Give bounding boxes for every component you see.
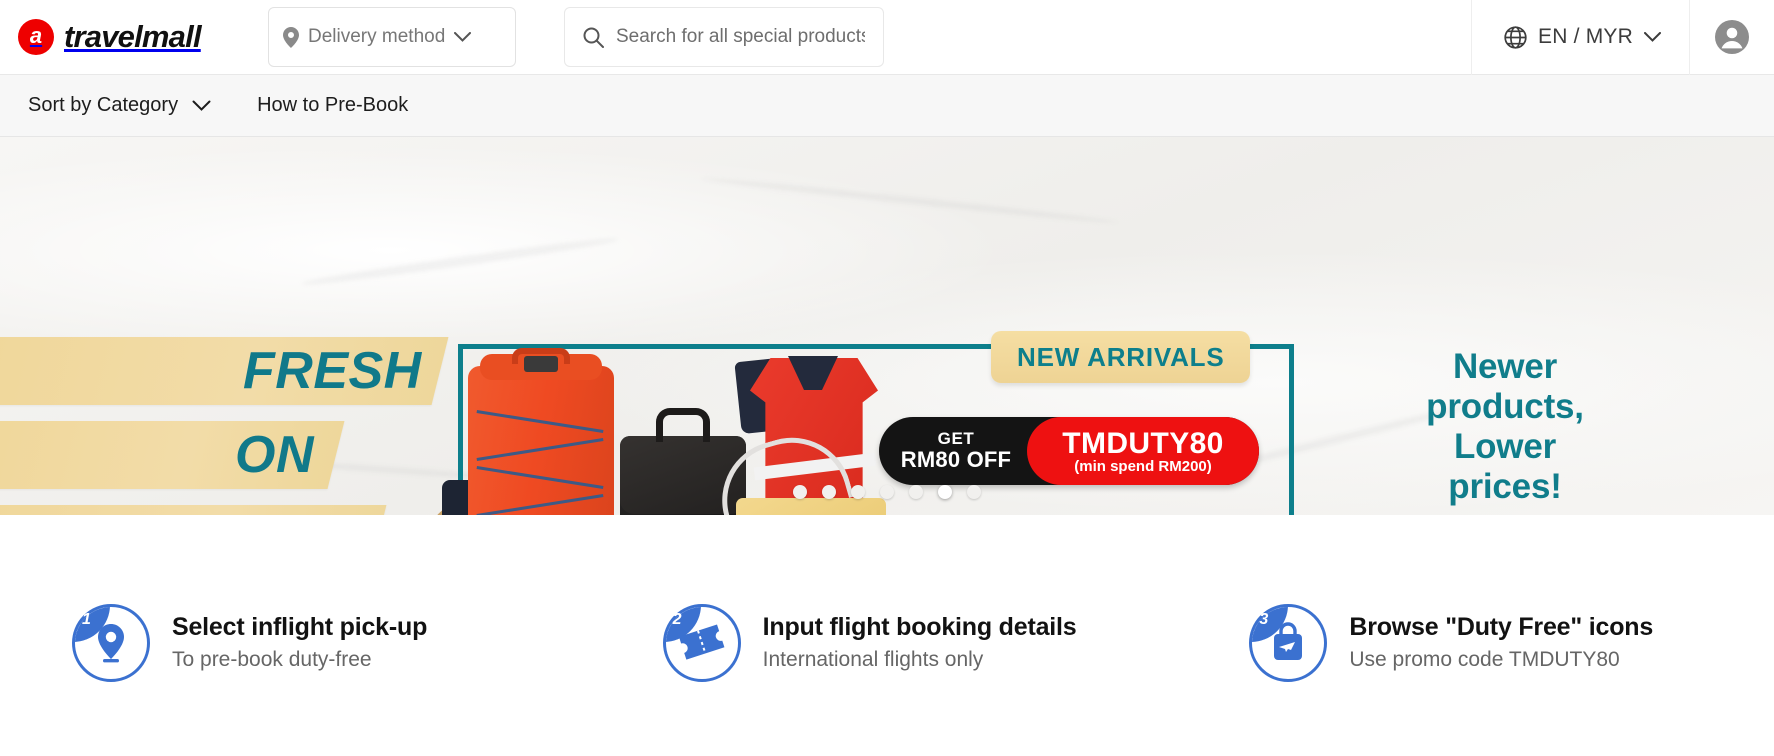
language-currency-label: EN / MYR	[1538, 25, 1633, 48]
product-black-backpack-handle	[656, 408, 710, 442]
step-number: 1	[82, 610, 91, 628]
chevron-down-icon	[1644, 31, 1661, 43]
subnav-item-label: How to Pre-Book	[257, 94, 409, 116]
step-title: Select inflight pick-up	[172, 613, 428, 641]
product-orange-buckle	[524, 356, 558, 372]
product-bungee-cord	[476, 410, 604, 515]
headline-bar: SITE	[0, 505, 387, 515]
headline-bar: FRESH	[0, 337, 449, 405]
headline-word: ON	[235, 426, 314, 484]
carousel-dot-active[interactable]	[938, 485, 952, 499]
brand-mark-icon: a	[18, 19, 54, 55]
promo-discount-text: GET RM80 OFF	[879, 428, 1027, 473]
new-arrivals-label: NEW ARRIVALS	[1017, 341, 1225, 372]
promo-amount-label: RM80 OFF	[900, 447, 1012, 473]
marble-vein	[300, 234, 620, 289]
step-title: Input flight booking details	[762, 613, 1077, 641]
category-subnav: Sort by Category How to Pre-Book	[0, 75, 1774, 137]
chevron-down-icon	[192, 100, 211, 112]
step-item-1: 1 Select inflight pick-up To pre-book du…	[0, 603, 597, 682]
search-input[interactable]	[616, 26, 865, 48]
promo-code-text: TMDUTY80	[1062, 426, 1224, 460]
brand-name: travelmall	[64, 19, 202, 54]
new-arrivals-badge: NEW ARRIVALS	[991, 331, 1251, 383]
step-number: 2	[672, 610, 682, 628]
marble-vein	[700, 175, 1120, 226]
subnav-item-how-to-pre-book[interactable]: How to Pre-Book	[257, 94, 408, 117]
search-icon	[583, 27, 604, 48]
right-promo-heading-line: Newer	[1452, 347, 1558, 386]
how-it-works-steps: 1 Select inflight pick-up To pre-book du…	[0, 515, 1774, 756]
step-subtitle: Use promo code TMDUTY80	[1349, 648, 1620, 671]
headline-bar: ON	[0, 421, 345, 489]
globe-icon	[1504, 25, 1527, 49]
headline-word: FRESH	[243, 342, 422, 400]
step-item-3: 3 Browse "Duty Free" icons Use promo cod…	[1187, 603, 1774, 682]
user-account-icon	[1715, 20, 1749, 54]
account-button[interactable]	[1690, 0, 1774, 75]
headline-word: SITE	[188, 510, 306, 515]
carousel-dot[interactable]	[822, 485, 836, 499]
brand-logo[interactable]: a travelmall	[0, 19, 250, 55]
right-promo-heading-line: products,	[1426, 386, 1584, 426]
step-icon-wrapper: 1	[72, 603, 150, 682]
step-text: Input flight booking details Internation…	[763, 613, 1077, 672]
step-item-2: 2 Input flight booking details Internati…	[597, 603, 1188, 682]
right-promo-heading-line: Lower	[1453, 426, 1557, 466]
step-number: 3	[1259, 610, 1269, 628]
delivery-method-selector[interactable]: Delivery method	[268, 7, 516, 67]
promo-get-label: GET	[937, 428, 975, 448]
step-text: Browse "Duty Free" icons Use promo code …	[1349, 613, 1653, 672]
brand-mark-letter: a	[29, 23, 43, 48]
carousel-dot[interactable]	[851, 485, 865, 499]
carousel-dots[interactable]	[0, 485, 1774, 499]
step-title: Browse "Duty Free" icons	[1349, 613, 1654, 641]
promo-code-pill[interactable]: GET RM80 OFF TMDUTY80 (min spend RM200)	[879, 417, 1259, 485]
step-text: Select inflight pick-up To pre-book duty…	[172, 613, 427, 672]
product-yellow-handbag	[736, 498, 886, 515]
carousel-dot[interactable]	[880, 485, 894, 499]
carousel-dot[interactable]	[793, 485, 807, 499]
search-box[interactable]	[564, 7, 884, 67]
right-promo-heading: Newer products, Lower prices!	[1375, 347, 1635, 507]
subnav-item-label: Sort by Category	[28, 94, 179, 116]
subnav-item-sort-by-category[interactable]: Sort by Category	[28, 94, 211, 117]
location-pin-icon	[283, 26, 299, 48]
promo-condition-text: (min spend RM200)	[1074, 457, 1212, 475]
hero-banner[interactable]: FRESH ON SITE	[0, 137, 1774, 515]
site-header: a travelmall Delivery method EN / MYR	[0, 0, 1774, 75]
step-subtitle: International flights only	[762, 648, 984, 671]
delivery-method-label: Delivery method	[308, 26, 446, 47]
promo-code-badge: TMDUTY80 (min spend RM200)	[1027, 417, 1259, 485]
step-icon-wrapper: 2	[662, 603, 741, 682]
chevron-down-icon	[454, 31, 472, 43]
carousel-dot[interactable]	[909, 485, 923, 499]
step-icon-wrapper: 3	[1249, 603, 1328, 682]
language-currency-selector[interactable]: EN / MYR	[1471, 0, 1690, 75]
step-subtitle: To pre-book duty-free	[172, 648, 372, 671]
carousel-dot[interactable]	[967, 485, 981, 499]
